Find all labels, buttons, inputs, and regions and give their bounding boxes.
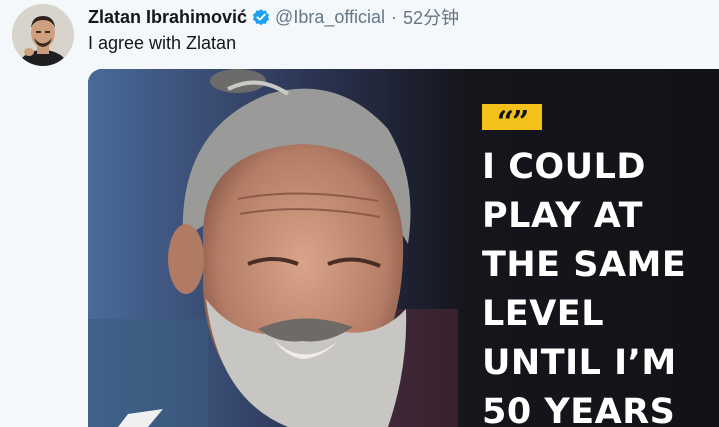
user-handle[interactable]: @Ibra_official [275, 7, 385, 28]
tweet-media-image[interactable]: “” I COULD PLAY AT THE SAME LEVEL UNTIL … [88, 69, 719, 427]
tweet-header: Zlatan Ibrahimović @Ibra_official · 52分钟 [88, 4, 459, 30]
quote-line: THE SAME [482, 245, 687, 285]
display-name[interactable]: Zlatan Ibrahimović [88, 7, 247, 28]
quote-line: I COULD [482, 147, 646, 187]
quote-line: LEVEL [482, 294, 605, 334]
avatar[interactable] [12, 4, 74, 66]
quote-mark-badge: “” [482, 104, 542, 130]
tweet-text: I agree with Zlatan [88, 33, 237, 53]
quote-line: 50 YEARS [482, 392, 676, 427]
separator-dot: · [391, 6, 398, 27]
quote-line: PLAY AT [482, 196, 643, 236]
tweet: Zlatan Ibrahimović @Ibra_official · 52分钟… [0, 0, 719, 427]
quote-text: I COULD PLAY AT THE SAME LEVEL UNTIL I’M… [482, 143, 686, 427]
quote-line: UNTIL I’M [482, 343, 677, 383]
verified-badge-icon [251, 7, 271, 27]
tweet-timestamp[interactable]: 52分钟 [403, 4, 459, 30]
